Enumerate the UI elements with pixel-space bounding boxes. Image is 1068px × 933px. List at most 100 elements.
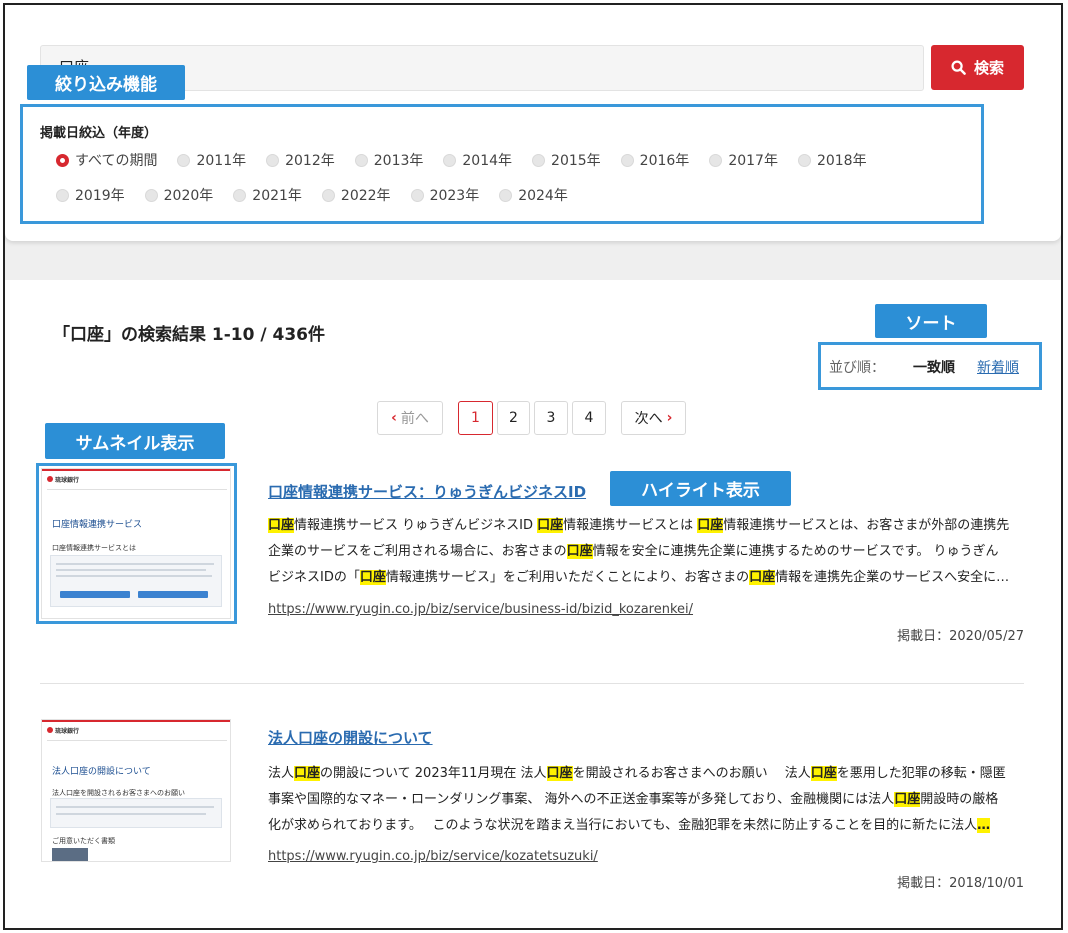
snippet-text: 企業のサービスをご利用される場合に、お客さまの <box>268 544 567 559</box>
snippet-line: 口座情報連携サービス りゅうぎんビジネスID 口座情報連携サービスとは 口座情報… <box>268 513 1024 539</box>
filter-option-label: 2012年 <box>285 153 335 169</box>
radio-button[interactable] <box>354 153 368 167</box>
keyword-highlight: 口座 <box>268 518 295 533</box>
filter-option-label: 2014年 <box>462 153 513 169</box>
filter-option-label: 2024年 <box>518 188 568 204</box>
thumb-text-line <box>56 806 214 808</box>
search-button-label: 検索 <box>973 59 1004 77</box>
result-divider <box>40 683 1024 684</box>
thumb-title: 法人口座の開設について <box>52 767 151 777</box>
filter-option[interactable]: 2014年 <box>443 150 512 170</box>
thumb-text-line <box>56 569 206 571</box>
result-url[interactable]: https://www.ryugin.co.jp/biz/service/koz… <box>268 849 598 864</box>
result-thumbnail[interactable]: 琉球銀行 口座情報連携サービス 口座情報連携サービスとは <box>41 468 231 619</box>
filter-row-2: 2019年 2020年 2021年 2022年 2023年 2024年 <box>56 185 588 205</box>
thumb-title: 口座情報連携サービス <box>52 520 143 530</box>
sort-option-newest[interactable]: 新着順 <box>977 357 1019 377</box>
keyword-highlight: 口座 <box>537 518 564 533</box>
radio-button[interactable] <box>410 188 424 202</box>
snippet-text: ビジネスIDの「 <box>268 570 360 585</box>
thumbnail-callout: サムネイル表示 <box>45 423 225 459</box>
thumb-top-bar <box>42 720 230 722</box>
snippet-text: 情報連携サービスとは、お客さまが外部の連携先 <box>723 518 1010 533</box>
filter-option[interactable]: 2023年 <box>410 185 480 205</box>
radio-button[interactable] <box>532 153 546 167</box>
filter-title: 掲載日絞込（年度） <box>40 126 158 141</box>
filter-option[interactable]: 2022年 <box>321 185 391 205</box>
page-1-button[interactable]: 1 <box>458 401 493 435</box>
radio-button[interactable] <box>56 153 69 167</box>
filter-option-label: 2018年 <box>816 153 867 169</box>
filter-option-label: 2017年 <box>728 153 778 169</box>
radio-button[interactable] <box>321 188 335 202</box>
keyword-highlight: 口座 <box>749 570 776 585</box>
radio-button[interactable] <box>144 188 158 202</box>
keyword-highlight: … <box>977 818 991 833</box>
page-4-button[interactable]: 4 <box>572 401 606 435</box>
thumb-nav-line <box>47 740 227 741</box>
radio-button[interactable] <box>797 153 811 167</box>
filter-option[interactable]: すべての期間 <box>56 150 157 170</box>
snippet-text: 法人 <box>268 766 295 781</box>
prev-page-button[interactable]: ‹ 前へ <box>377 401 443 435</box>
result-thumbnail[interactable]: 琉球銀行 法人口座の開設について 法人口座を開設されるお客さまへのお願い ご用意… <box>41 719 231 862</box>
snippet-line: 企業のサービスをご利用される場合に、お客さまの口座情報を安全に連携先企業に連携す… <box>268 539 1024 565</box>
radio-button[interactable] <box>56 188 69 202</box>
snippet-line: 事案や国際的なマネー・ローンダリング事案、 海外への不正送金事案等が多発しており… <box>268 787 1024 813</box>
snippet-line: 法人口座の開設について 2023年11月現在 法人口座を開設されるお客さまへのお… <box>268 761 1024 787</box>
snippet-text: 情報連携サービス」をご利用いただくことにより、お客さまの <box>385 570 750 585</box>
snippet-text: 化が求められております。 このような状況を踏まえ当行においても、金融犯罪を未然に… <box>268 818 978 833</box>
filter-row-1: すべての期間 2011年 2012年 2013年 2014年 2015年 2016年 2017… <box>56 150 887 170</box>
filter-option-label: すべての期間 <box>75 153 158 169</box>
radio-button[interactable] <box>177 153 191 167</box>
filter-option[interactable]: 2011年 <box>177 150 246 170</box>
sort-option-relevance[interactable]: 一致順 <box>913 357 955 377</box>
filter-option[interactable]: 2013年 <box>354 150 423 170</box>
filter-option-label: 2023年 <box>429 188 480 204</box>
result-url[interactable]: https://www.ryugin.co.jp/biz/service/bus… <box>268 602 693 617</box>
result-snippet: 法人口座の開設について 2023年11月現在 法人口座を開設されるお客さまへのお… <box>268 761 1024 839</box>
radio-button[interactable] <box>233 188 247 202</box>
result-title[interactable]: 法人口座の開設について <box>268 727 433 748</box>
filter-option[interactable]: 2012年 <box>266 150 335 170</box>
radio-button[interactable] <box>620 153 634 167</box>
filter-option[interactable]: 2021年 <box>233 185 302 205</box>
page-2-button[interactable]: 2 <box>497 401 530 435</box>
result-title[interactable]: 口座情報連携サービス：りゅうぎんビジネスID <box>268 481 586 502</box>
thumb-text-line <box>56 813 206 815</box>
snippet-text: の開設について 2023年11月現在 法人 <box>320 766 547 781</box>
filter-option[interactable]: 2018年 <box>797 150 867 170</box>
filter-option[interactable]: 2024年 <box>499 185 568 205</box>
keyword-highlight: 口座 <box>546 766 573 781</box>
highlight-callout: ハイライト表示 <box>610 471 791 506</box>
filter-option[interactable]: 2015年 <box>532 150 601 170</box>
filter-option[interactable]: 2016年 <box>620 150 689 170</box>
bank-logo-icon <box>47 476 53 482</box>
filter-option[interactable]: 2020年 <box>144 185 213 205</box>
snippet-text: 情報連携サービス りゅうぎんビジネスID <box>294 518 538 533</box>
thumb-subtitle: 口座情報連携サービスとは <box>52 544 136 552</box>
filter-option[interactable]: 2017年 <box>709 150 778 170</box>
radio-button[interactable] <box>499 188 513 202</box>
radio-button[interactable] <box>266 153 280 167</box>
filter-option-label: 2015年 <box>551 153 601 169</box>
search-button[interactable]: 検索 <box>931 45 1024 90</box>
snippet-text: 情報を連携先企業のサービスへ安全に… <box>775 570 1010 585</box>
thumb-logo-text: 琉球銀行 <box>55 477 80 484</box>
thumb-text-line <box>56 563 214 565</box>
sort-callout: ソート <box>875 304 987 338</box>
keyword-highlight: 口座 <box>359 570 386 585</box>
keyword-highlight: 口座 <box>697 518 724 533</box>
filter-option-label: 2022年 <box>340 188 391 204</box>
next-page-label: 次へ <box>634 411 663 427</box>
snippet-text: を悪用した犯罪の移転・隠匿 <box>836 766 1006 781</box>
prev-page-label: 前へ <box>400 411 429 427</box>
radio-button[interactable] <box>443 153 457 167</box>
filter-option[interactable]: 2019年 <box>56 185 125 205</box>
radio-button[interactable] <box>709 153 723 167</box>
chevron-right-icon: › <box>666 410 673 426</box>
next-page-button[interactable]: 次へ › <box>621 401 686 435</box>
page-3-button[interactable]: 3 <box>534 401 568 435</box>
thumb-button <box>60 591 130 598</box>
snippet-text: 情報連携サービスとは <box>563 518 698 533</box>
